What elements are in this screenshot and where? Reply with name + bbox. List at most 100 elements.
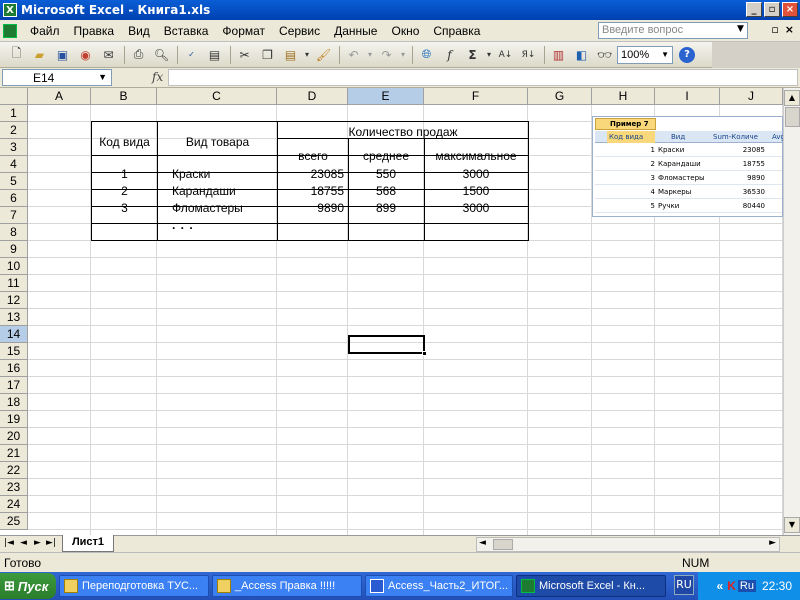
excel-app-icon[interactable]: X: [3, 3, 17, 17]
taskbar-item-folder1[interactable]: Переподготовка ТУС...: [59, 575, 209, 597]
table-cell[interactable]: 899: [349, 200, 423, 217]
zoom-dropdown-icon[interactable]: ▼: [661, 50, 669, 59]
autosum-icon[interactable]: Σ: [462, 45, 483, 65]
row-header-20[interactable]: 20: [0, 428, 28, 445]
workbook-icon[interactable]: [3, 23, 17, 38]
row-header-13[interactable]: 13: [0, 309, 28, 326]
menu-edit[interactable]: Правка: [67, 24, 122, 38]
row-header-1[interactable]: 1: [0, 105, 28, 122]
name-box-dropdown-icon[interactable]: ▼: [98, 72, 107, 82]
taskbar-item-word[interactable]: Access_Часть2_ИТОГ...: [365, 575, 513, 597]
row-header-23[interactable]: 23: [0, 479, 28, 496]
table-cell[interactable]: 3: [92, 200, 157, 217]
restore-button[interactable]: ▫: [764, 2, 780, 17]
table-cell[interactable]: Краски: [172, 166, 210, 183]
row-header-19[interactable]: 19: [0, 411, 28, 428]
formula-input[interactable]: [168, 69, 798, 86]
table-cell[interactable]: 2: [92, 183, 157, 200]
row-header-14[interactable]: 14: [0, 326, 28, 343]
column-header-i[interactable]: I: [655, 88, 720, 105]
taskbar-item-folder2[interactable]: _Access Правка !!!!!: [212, 575, 362, 597]
name-box[interactable]: E14 ▼: [2, 69, 112, 86]
drawing-icon[interactable]: ◧: [571, 45, 592, 65]
column-header-b[interactable]: B: [91, 88, 157, 105]
print-preview-icon[interactable]: 🔍︎: [151, 45, 172, 65]
column-header-a[interactable]: A: [28, 88, 91, 105]
paste-dropdown-icon[interactable]: ▾: [303, 45, 311, 65]
row-header-11[interactable]: 11: [0, 275, 28, 292]
language-indicator[interactable]: RU: [674, 575, 694, 595]
access-query-picture[interactable]: Пример 7 Код вида Вид Sum-Количе Avg 1 Кр…: [592, 116, 783, 217]
help-dropdown-icon[interactable]: ▼: [737, 24, 744, 34]
ellipsis-cell[interactable]: . . .: [172, 217, 194, 234]
open-icon[interactable]: ▰: [29, 45, 50, 65]
close-button[interactable]: ×: [782, 2, 798, 17]
row-header-9[interactable]: 9: [0, 241, 28, 258]
select-all-corner[interactable]: [0, 88, 28, 105]
row-header-24[interactable]: 24: [0, 496, 28, 513]
paste-icon[interactable]: ▤: [280, 45, 301, 65]
table-cell[interactable]: 1: [92, 166, 157, 183]
column-header-f[interactable]: F: [424, 88, 528, 105]
horizontal-scrollbar[interactable]: ◄ ►: [476, 537, 780, 552]
hyperlink-icon[interactable]: 🌐︎: [416, 45, 437, 65]
minimize-button[interactable]: _: [746, 2, 762, 17]
table-cell[interactable]: 568: [349, 183, 423, 200]
vertical-scrollbar[interactable]: ▲ ▼: [783, 88, 800, 535]
row-header-12[interactable]: 12: [0, 292, 28, 309]
row-header-21[interactable]: 21: [0, 445, 28, 462]
menu-file[interactable]: Файл: [23, 24, 67, 38]
row-header-22[interactable]: 22: [0, 462, 28, 479]
table-cell[interactable]: Карандаши: [172, 183, 236, 200]
menu-tools[interactable]: Сервис: [272, 24, 327, 38]
hscroll-thumb[interactable]: [493, 539, 513, 550]
row-header-18[interactable]: 18: [0, 394, 28, 411]
table-cell[interactable]: 3000: [424, 200, 528, 217]
menu-data[interactable]: Данные: [327, 24, 384, 38]
row-header-7[interactable]: 7: [0, 207, 28, 224]
table-cell[interactable]: 18755: [278, 183, 344, 200]
table-cell[interactable]: Фломастеры: [172, 200, 243, 217]
first-sheet-icon[interactable]: |◄: [4, 538, 14, 548]
find-icon[interactable]: 👓︎: [594, 45, 615, 65]
scroll-right-icon[interactable]: ►: [769, 538, 776, 548]
table-cell[interactable]: 1500: [424, 183, 528, 200]
permission-icon[interactable]: ◉: [75, 45, 96, 65]
taskbar-item-excel[interactable]: Microsoft Excel - Кн...: [516, 575, 666, 597]
row-header-10[interactable]: 10: [0, 258, 28, 275]
menu-insert[interactable]: Вставка: [157, 24, 216, 38]
sheet-tab-list1[interactable]: Лист1: [62, 535, 114, 552]
table-cell[interactable]: 3000: [424, 166, 528, 183]
row-header-17[interactable]: 17: [0, 377, 28, 394]
tray-expand-icon[interactable]: «: [717, 579, 724, 593]
next-sheet-icon[interactable]: ►: [34, 538, 41, 548]
undo-dropdown-icon[interactable]: ▾: [366, 45, 374, 65]
row-header-3[interactable]: 3: [0, 139, 28, 156]
scroll-up-icon[interactable]: ▲: [784, 90, 800, 106]
column-header-e[interactable]: E: [348, 88, 424, 105]
redo-dropdown-icon[interactable]: ▾: [399, 45, 407, 65]
tray-lang[interactable]: Ru: [737, 580, 756, 592]
row-header-8[interactable]: 8: [0, 224, 28, 241]
scroll-thumb[interactable]: [785, 107, 800, 127]
menu-view[interactable]: Вид: [121, 24, 157, 38]
menu-format[interactable]: Формат: [215, 24, 272, 38]
worksheet-grid[interactable]: ABCDEFGHIJ 1 2 3 4 5 6 7 8 9 10 11 12 13 14 15 16 17 18 19…: [0, 88, 783, 535]
row-header-4[interactable]: 4: [0, 156, 28, 173]
column-header-d[interactable]: D: [277, 88, 348, 105]
menu-help[interactable]: Справка: [426, 24, 487, 38]
undo-icon[interactable]: ↶: [343, 45, 364, 65]
chart-wizard-icon[interactable]: ▥: [548, 45, 569, 65]
save-icon[interactable]: ▣: [52, 45, 73, 65]
row-header-25[interactable]: 25: [0, 513, 28, 530]
row-header-2[interactable]: 2: [0, 122, 28, 139]
table-cell[interactable]: 550: [349, 166, 423, 183]
column-header-g[interactable]: G: [528, 88, 592, 105]
active-cell[interactable]: [348, 335, 427, 356]
row-header-5[interactable]: 5: [0, 173, 28, 190]
email-icon[interactable]: ✉: [98, 45, 119, 65]
research-icon[interactable]: ▤: [204, 45, 225, 65]
workbook-close-icon[interactable]: ×: [785, 23, 794, 36]
menu-window[interactable]: Окно: [384, 24, 426, 38]
sort-descending-icon[interactable]: Я↓: [518, 45, 539, 65]
